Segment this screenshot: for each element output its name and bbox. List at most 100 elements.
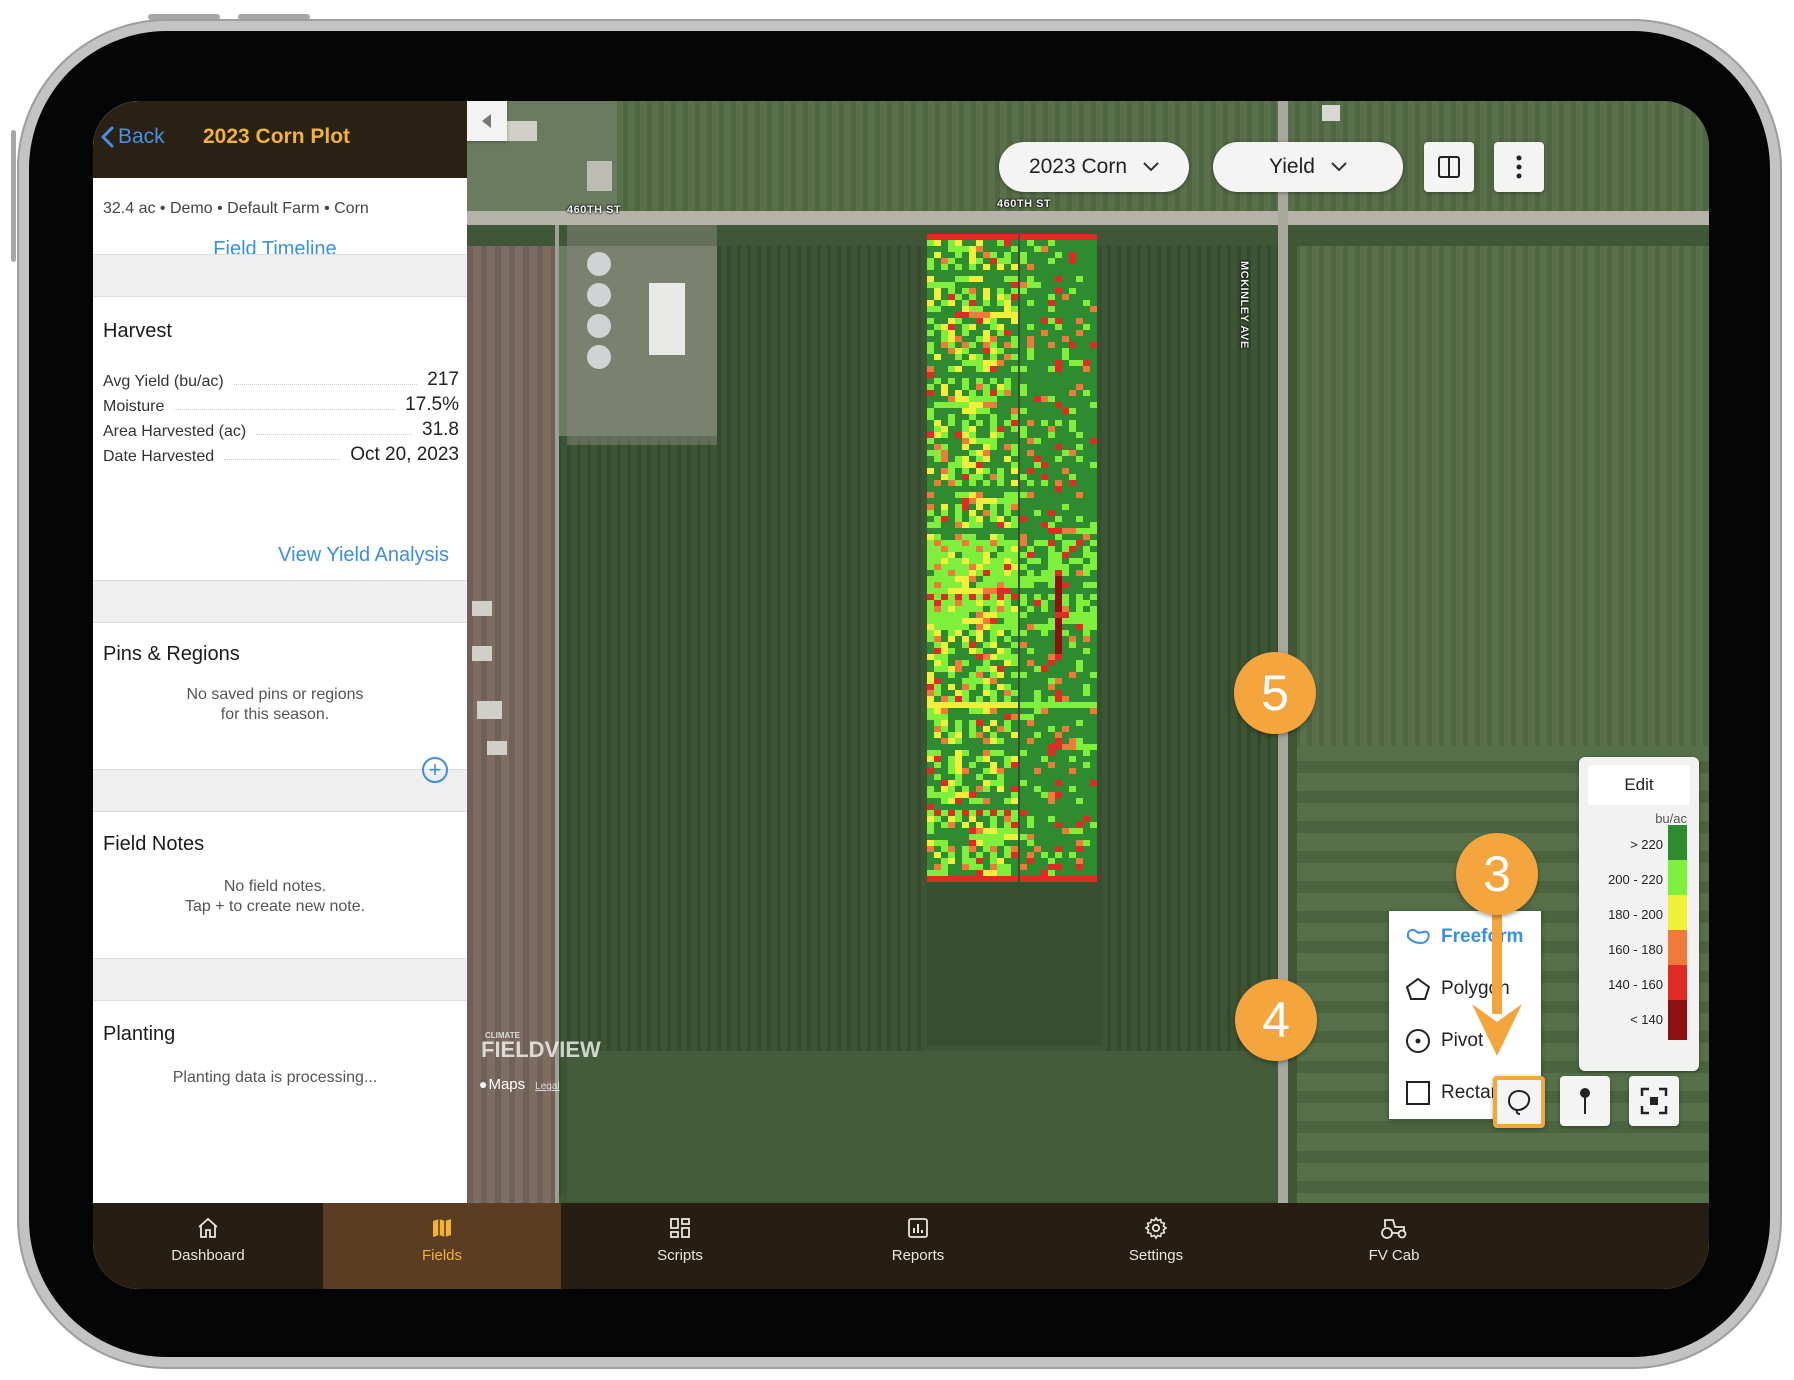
yield-cell	[983, 318, 990, 324]
yield-cell	[1076, 732, 1083, 738]
yield-cell	[1076, 414, 1083, 420]
yield-cell	[969, 576, 976, 582]
yield-cell	[927, 732, 934, 738]
yield-cell	[1090, 672, 1097, 678]
yield-heatmap[interactable]	[927, 234, 1107, 884]
yield-cell	[969, 366, 976, 372]
yield-cell	[1083, 594, 1090, 600]
yield-cell	[1069, 786, 1076, 792]
yield-cell	[1011, 486, 1018, 492]
yield-cell	[983, 744, 990, 750]
yield-cell	[983, 558, 990, 564]
yield-cell	[934, 396, 941, 402]
yield-cell	[1062, 816, 1069, 822]
yield-cell	[1055, 450, 1062, 456]
yield-cell	[1083, 456, 1090, 462]
yield-cell	[1048, 768, 1055, 774]
yield-cell	[997, 330, 1004, 336]
yield-cell	[955, 840, 962, 846]
tab-reports[interactable]: Reports	[799, 1203, 1037, 1289]
yield-cell	[1048, 750, 1055, 756]
yield-cell	[1034, 240, 1041, 246]
yield-cell	[1055, 270, 1062, 276]
yield-cell	[1062, 660, 1069, 666]
layer-select[interactable]: Yield	[1213, 142, 1403, 192]
back-button[interactable]: Back	[100, 125, 165, 149]
yield-cell	[997, 516, 1004, 522]
tab-fv-cab[interactable]: FV Cab	[1275, 1203, 1513, 1289]
yield-cell	[1027, 720, 1034, 726]
legend-edit-button[interactable]: Edit	[1588, 765, 1690, 805]
drop-pin-button[interactable]	[1560, 1076, 1610, 1126]
yield-cell	[955, 390, 962, 396]
yield-cell	[1055, 414, 1062, 420]
yield-cell	[1062, 780, 1069, 786]
yield-cell	[976, 840, 983, 846]
yield-cell	[962, 546, 969, 552]
season-select[interactable]: 2023 Corn	[999, 142, 1189, 192]
yield-cell	[1034, 294, 1041, 300]
yield-cell	[1090, 330, 1097, 336]
yield-cell	[1011, 588, 1018, 594]
yield-cell	[1041, 480, 1048, 486]
fit-bounds-button[interactable]	[1629, 1076, 1679, 1126]
yield-cell	[969, 360, 976, 366]
yield-cell	[983, 516, 990, 522]
yield-cell	[948, 276, 955, 282]
yield-cell	[976, 564, 983, 570]
yield-cell	[969, 696, 976, 702]
add-note-plus-icon[interactable]: +	[422, 757, 448, 783]
yield-cell	[1062, 318, 1069, 324]
yield-cell	[1034, 684, 1041, 690]
yield-cell	[1076, 672, 1083, 678]
yield-cell	[1048, 642, 1055, 648]
yield-cell	[1083, 720, 1090, 726]
yield-cell	[927, 702, 934, 708]
legal-link[interactable]: Legal	[535, 1081, 559, 1092]
yield-cell	[1083, 744, 1090, 750]
yield-cell	[927, 282, 934, 288]
yield-cell	[1083, 318, 1090, 324]
yield-cell	[1041, 366, 1048, 372]
yield-cell	[983, 540, 990, 546]
yield-cell	[1048, 612, 1055, 618]
yield-cell	[990, 876, 997, 882]
yield-cell	[990, 240, 997, 246]
yield-cell	[983, 642, 990, 648]
yield-cell	[1004, 828, 1011, 834]
yield-cell	[941, 390, 948, 396]
split-view-icon	[1438, 156, 1460, 178]
split-view-button[interactable]	[1424, 142, 1474, 192]
yield-cell	[948, 810, 955, 816]
tab-fields[interactable]: Fields	[323, 1203, 561, 1289]
more-options-button[interactable]	[1494, 142, 1544, 192]
view-yield-analysis-link[interactable]: View Yield Analysis	[278, 544, 449, 567]
yield-cell	[1055, 312, 1062, 318]
yield-cell	[934, 648, 941, 654]
yield-cell	[1076, 582, 1083, 588]
yield-cell	[969, 636, 976, 642]
yield-cell	[927, 324, 934, 330]
satellite-map[interactable]: 460TH ST 460TH ST MCKINLEY AVE 2023 Corn…	[467, 101, 1709, 1203]
yield-cell	[1034, 870, 1041, 876]
yield-cell	[962, 876, 969, 882]
yield-cell	[948, 360, 955, 366]
yield-cell	[1069, 810, 1076, 816]
tab-scripts[interactable]: Scripts	[561, 1203, 799, 1289]
yield-cell	[1034, 834, 1041, 840]
tab-dashboard[interactable]: Dashboard	[93, 1203, 323, 1289]
yield-cell	[976, 594, 983, 600]
draw-region-button[interactable]	[1493, 1076, 1545, 1128]
yield-cell	[1034, 642, 1041, 648]
yield-cell	[1090, 408, 1097, 414]
yield-cell	[976, 414, 983, 420]
tab-settings[interactable]: Settings	[1037, 1203, 1275, 1289]
collapse-panel-button[interactable]	[467, 101, 507, 141]
yield-cell	[1041, 714, 1048, 720]
maps-label: Maps	[488, 1076, 526, 1093]
yield-cell	[1062, 702, 1069, 708]
yield-cell	[941, 738, 948, 744]
yield-cell	[1069, 870, 1076, 876]
yield-cell	[990, 564, 997, 570]
yield-cell	[1069, 516, 1076, 522]
